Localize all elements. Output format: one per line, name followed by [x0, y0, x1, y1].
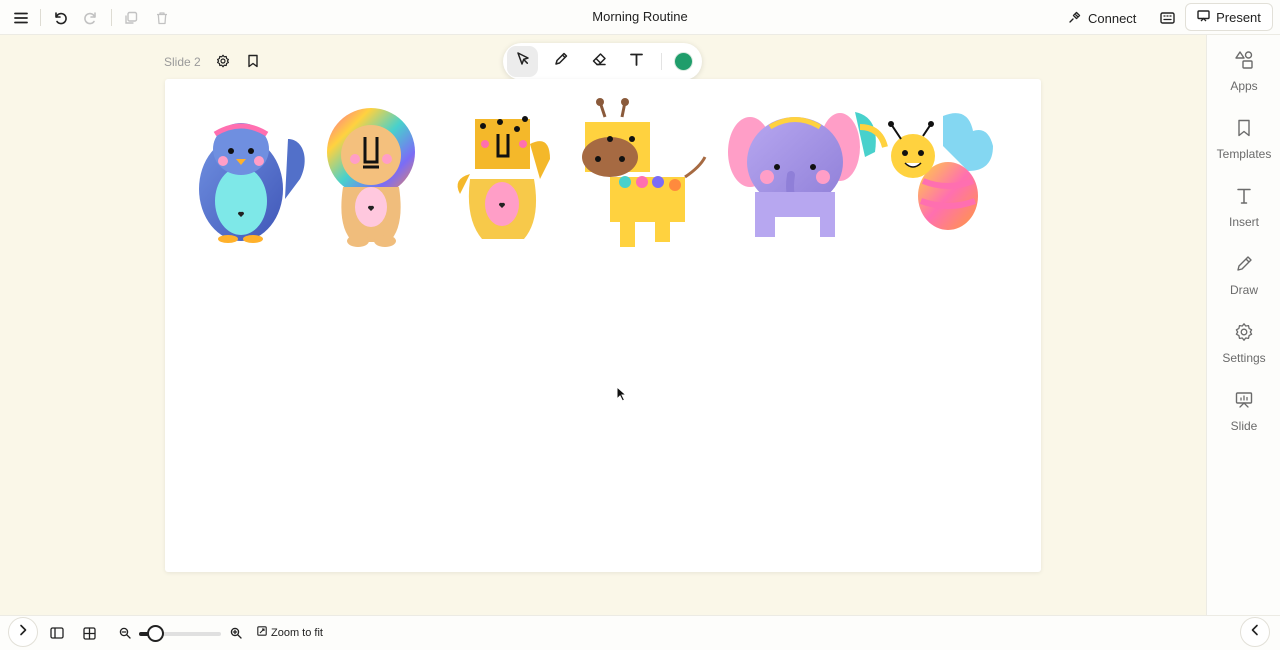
sidebar-item-apps[interactable]: Apps	[1207, 50, 1280, 106]
grid-view-icon[interactable]	[81, 625, 97, 641]
present-screen-icon	[1197, 9, 1210, 25]
eraser-tool-button[interactable]	[583, 46, 614, 77]
sidebar-item-label: Slide	[1230, 419, 1258, 433]
keyboard-icon[interactable]	[1156, 7, 1178, 29]
sidebar-view-icon[interactable]	[49, 625, 65, 641]
select-tool-button[interactable]	[507, 46, 538, 77]
bookmark-icon	[1234, 118, 1254, 143]
undo-icon[interactable]	[49, 7, 71, 29]
divider	[661, 53, 662, 70]
zoom-slider-thumb[interactable]	[147, 625, 164, 642]
cursor-arrow-icon	[515, 51, 531, 72]
trash-icon[interactable]	[151, 7, 173, 29]
sidebar-item-label: Templates	[1216, 147, 1272, 161]
present-button[interactable]: Present	[1185, 3, 1273, 31]
text-insert-icon	[1234, 186, 1254, 211]
menu-icon[interactable]	[10, 7, 32, 29]
sidebar-item-label: Draw	[1229, 283, 1258, 297]
sidebar-item-templates[interactable]: Templates	[1207, 118, 1280, 174]
zoom-to-fit-button[interactable]: Zoom to fit	[257, 626, 323, 639]
bee-sticker[interactable]	[888, 113, 993, 230]
slide-label: Slide 2	[164, 55, 201, 69]
zoom-to-fit-label: Zoom to fit	[271, 626, 323, 639]
sidebar-item-insert[interactable]: Insert	[1207, 186, 1280, 242]
redo-icon[interactable]	[80, 7, 102, 29]
giraffe-sticker[interactable]	[582, 98, 707, 247]
fit-screen-icon	[257, 626, 267, 639]
sidebar-item-slide[interactable]: Slide	[1207, 390, 1280, 446]
bottom-bar: Zoom to fit	[0, 615, 1280, 650]
divider	[111, 9, 112, 26]
top-bar: Morning Routine Connect Present	[0, 0, 1280, 35]
sidebar-item-label: Settings	[1222, 351, 1266, 365]
leopard-sticker[interactable]	[457, 116, 550, 239]
sidebar-item-draw[interactable]: Draw	[1207, 254, 1280, 310]
elephant-sticker[interactable]	[728, 112, 888, 237]
lion-sticker[interactable]	[327, 108, 415, 247]
duplicate-icon[interactable]	[120, 7, 142, 29]
apps-shapes-icon	[1234, 50, 1254, 75]
collapse-right-panel-button[interactable]	[1240, 617, 1270, 647]
divider	[40, 9, 41, 26]
slide-bookmark-icon[interactable]	[245, 53, 261, 69]
text-t-icon	[629, 52, 644, 72]
penguin-sticker[interactable]	[199, 123, 305, 243]
present-label: Present	[1216, 9, 1261, 25]
drawing-toolbar	[503, 43, 702, 80]
chevron-left-icon	[1250, 623, 1260, 641]
right-sidebar: Apps Templates Insert Draw Settings Slid…	[1206, 35, 1280, 615]
color-picker-swatch[interactable]	[675, 53, 692, 70]
chevron-right-icon	[18, 623, 28, 641]
connect-button[interactable]: Connect	[1068, 7, 1136, 29]
connect-label: Connect	[1088, 10, 1137, 26]
eraser-icon	[591, 51, 607, 72]
pencil-icon	[1234, 254, 1254, 279]
sidebar-item-settings[interactable]: Settings	[1207, 322, 1280, 378]
mouse-pointer-icon	[616, 385, 628, 407]
slide-presentation-icon	[1234, 390, 1254, 415]
expand-left-panel-button[interactable]	[8, 617, 38, 647]
text-tool-button[interactable]	[621, 46, 652, 77]
sidebar-item-label: Apps	[1230, 79, 1258, 93]
zoom-in-icon[interactable]	[228, 625, 244, 641]
pencil-icon	[553, 51, 569, 72]
document-title[interactable]: Morning Routine	[540, 9, 740, 24]
slide-canvas[interactable]	[165, 79, 1041, 572]
slide-settings-icon[interactable]	[215, 53, 231, 69]
plug-icon	[1068, 10, 1082, 27]
gear-icon	[1234, 322, 1254, 347]
pen-tool-button[interactable]	[545, 46, 576, 77]
sidebar-item-label: Insert	[1228, 215, 1259, 229]
zoom-out-icon[interactable]	[117, 625, 133, 641]
